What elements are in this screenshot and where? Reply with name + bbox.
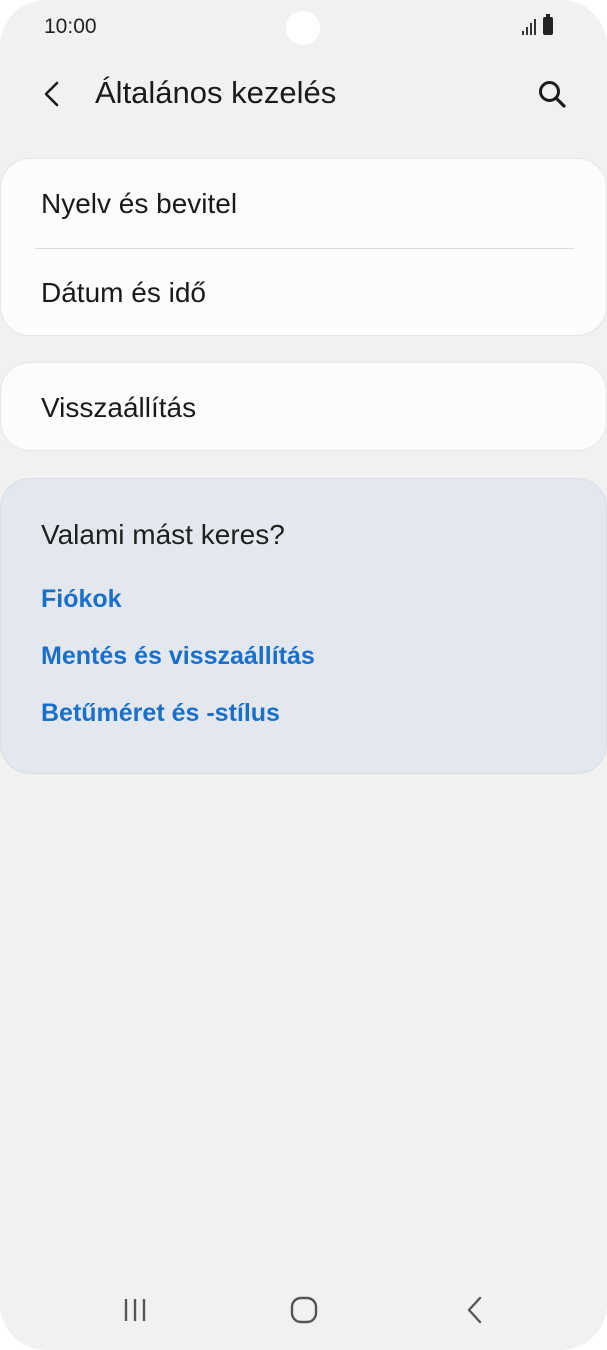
suggestion-link-font-style[interactable]: Betűméret és -stílus (41, 699, 280, 728)
page-title: Általános kezelés (95, 75, 337, 110)
back-icon (467, 1296, 482, 1324)
camera-cutout (286, 11, 320, 45)
list-item-label: Dátum és idő (41, 277, 206, 308)
home-button[interactable] (264, 1280, 344, 1340)
list-item-language-input[interactable]: Nyelv és bevitel (1, 159, 606, 248)
status-time: 10:00 (44, 15, 97, 38)
signal-icon (522, 18, 536, 35)
chevron-left-icon (44, 81, 59, 107)
suggestion-link-accounts[interactable]: Fiókok (41, 585, 122, 614)
back-button[interactable] (28, 70, 76, 118)
home-icon (290, 1296, 318, 1324)
list-item-date-time[interactable]: Dátum és idő (1, 248, 606, 337)
navigation-bar (0, 1280, 607, 1340)
suggestion-link-backup-restore[interactable]: Mentés és visszaállítás (41, 642, 315, 671)
search-button[interactable] (528, 70, 576, 118)
list-item-label: Visszaállítás (41, 392, 197, 423)
list-item-label: Nyelv és bevitel (41, 188, 238, 219)
recent-apps-icon (124, 1299, 146, 1321)
settings-group-2: Visszaállítás (0, 362, 607, 451)
list-item-reset[interactable]: Visszaállítás (1, 363, 606, 452)
settings-group-1: Nyelv és bevitel Dátum és idő (0, 158, 607, 336)
phone-screen: 10:00 Általános kezelés Nyelv és bevitel (0, 0, 607, 1350)
app-header: Általános kezelés (0, 60, 607, 126)
battery-icon (543, 14, 553, 35)
status-icons (522, 14, 553, 35)
recent-apps-button[interactable] (95, 1280, 175, 1340)
back-nav-button[interactable] (435, 1280, 515, 1340)
suggestions-panel: Valami mást keres? Fiókok Mentés és viss… (0, 478, 607, 774)
search-icon (539, 81, 566, 108)
suggestions-title: Valami mást keres? (41, 519, 285, 550)
